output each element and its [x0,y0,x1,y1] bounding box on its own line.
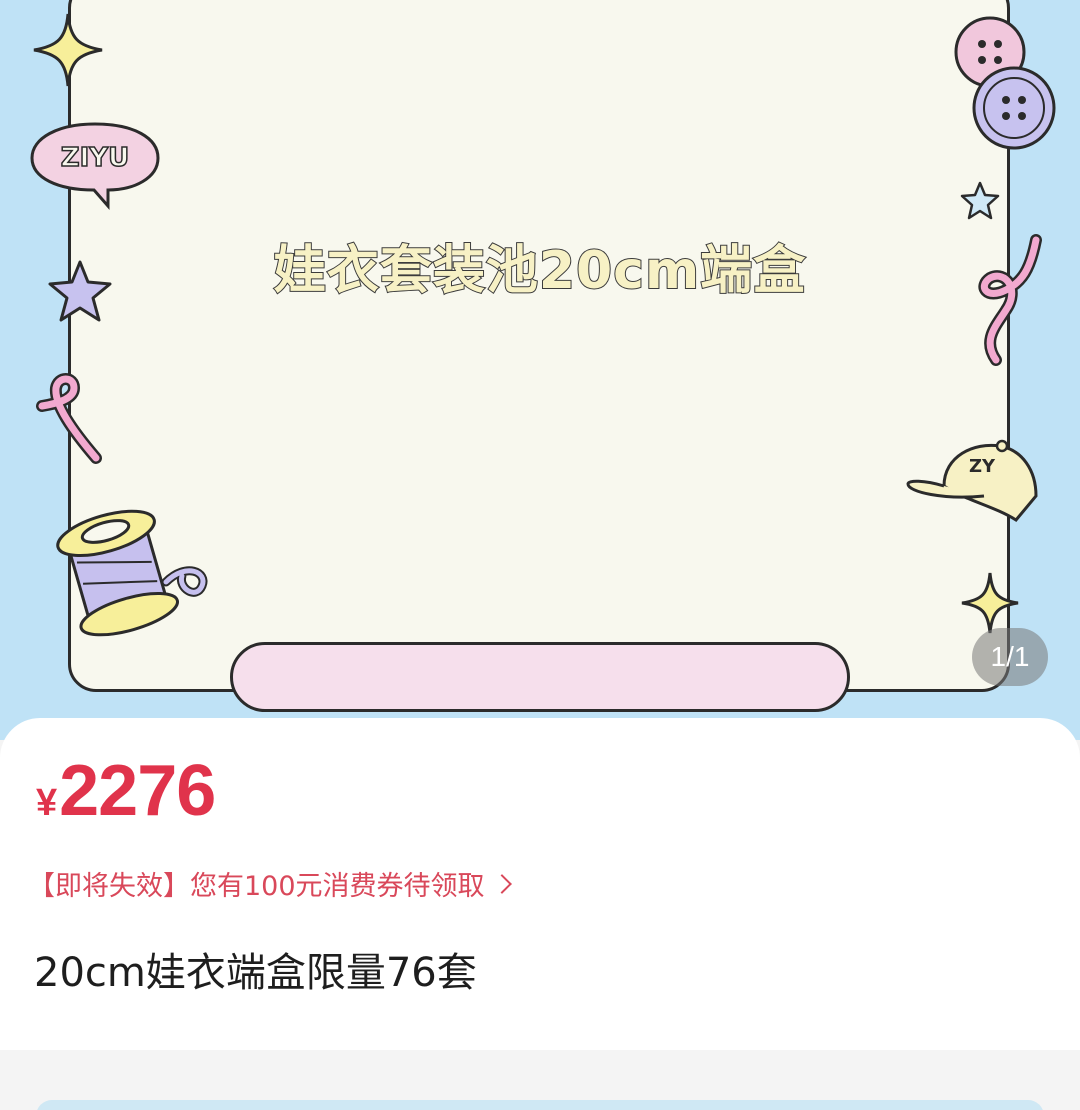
badge-text: ZIYU [61,143,129,173]
speech-bubble-icon: ZIYU [30,122,160,210]
cap-text: ZY [969,456,996,477]
price-amount: 2276 [59,751,216,831]
banner-title: 娃衣套装池20cm端盒 [273,240,807,302]
price: ¥2276 [36,750,216,832]
thread-spool-icon [56,509,208,637]
banner-pill [230,642,850,712]
product-title: 20cm娃衣端盒限量76套 [34,950,477,996]
ribbon-icon [36,373,102,464]
next-section-card [36,1100,1044,1110]
coupon-text: 【即将失效】您有100元消费券待领取 [28,871,485,902]
star-icon [33,13,103,87]
coupon-link[interactable]: 【即将失效】您有100元消费券待领取 [28,864,512,903]
cap-icon: ZY [906,439,1038,522]
star-icon [961,572,1019,634]
product-info-panel: ¥2276 【即将失效】您有100元消费券待领取 20cm娃衣端盒限量76套 [0,718,1080,1050]
button-icon [954,16,1056,150]
star-icon [960,181,1000,220]
image-counter: 1/1 [972,628,1048,686]
chevron-right-icon [491,873,512,894]
currency-symbol: ¥ [36,782,58,824]
product-image-carousel[interactable]: ZIYU ZY 娃衣套装池20cm端盒 1/1 [0,0,1080,740]
